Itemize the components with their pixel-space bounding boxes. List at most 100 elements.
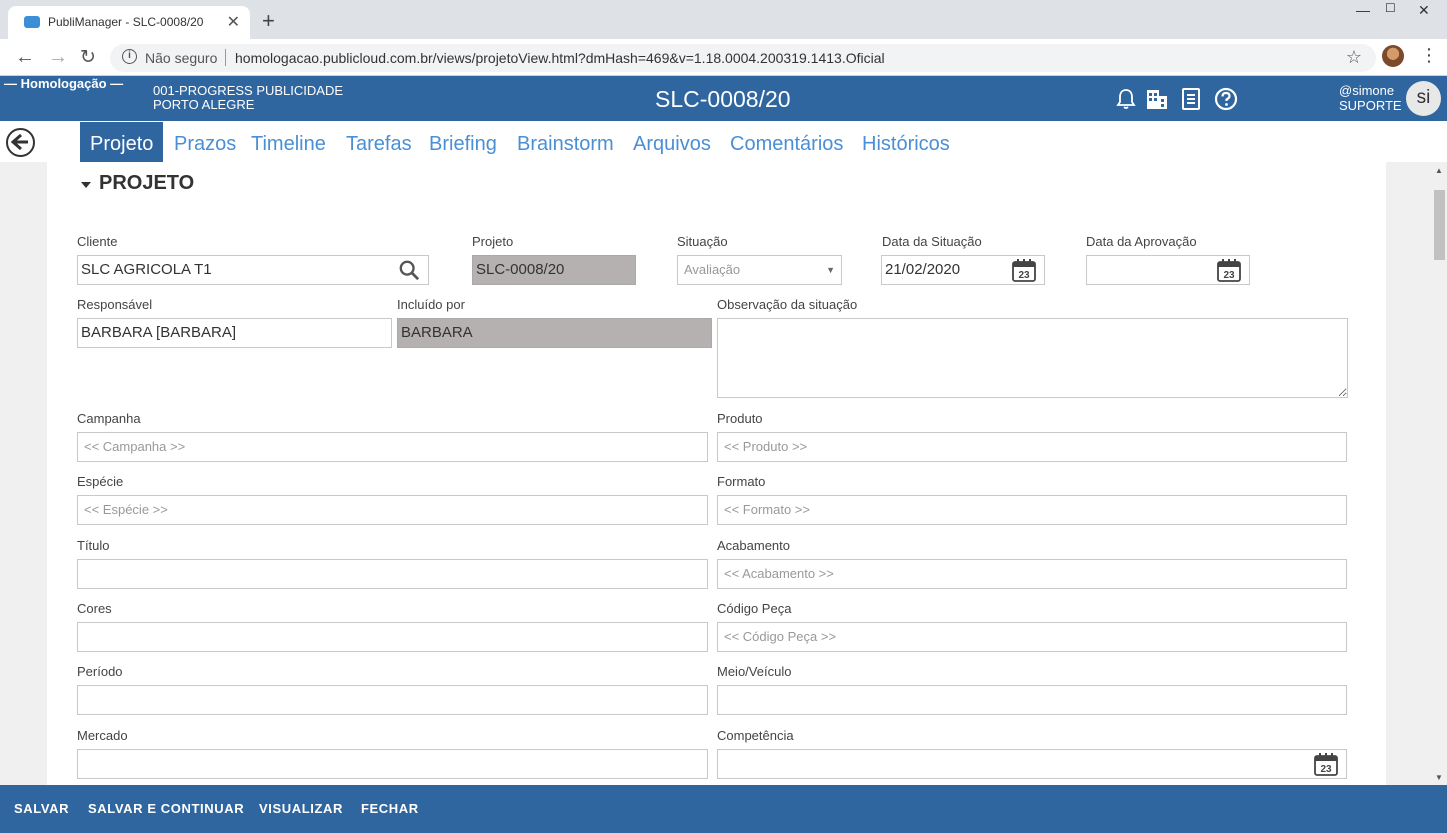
competencia-field[interactable]: 23 <box>717 749 1347 779</box>
tab-briefing[interactable]: Briefing <box>429 122 497 162</box>
especie-label: Espécie <box>77 474 124 489</box>
acabamento-label: Acabamento <box>717 538 790 553</box>
dropdown-arrow-icon[interactable]: ▼ <box>826 256 835 284</box>
tab-comentarios[interactable]: Comentários <box>730 122 843 162</box>
tab-timeline[interactable]: Timeline <box>251 122 326 162</box>
vertical-scrollbar[interactable]: ▲ ▼ <box>1432 162 1447 785</box>
section-title: PROJETO <box>99 172 195 194</box>
calendar-icon[interactable]: 23 <box>1313 751 1339 777</box>
responsavel-field[interactable]: BARBARA [BARBARA] <box>77 318 392 348</box>
app-favicon-icon <box>24 16 40 28</box>
titulo-field[interactable] <box>77 559 708 589</box>
tab-tarefas[interactable]: Tarefas <box>346 122 412 162</box>
new-tab-icon[interactable]: + <box>262 8 275 34</box>
scroll-down-icon[interactable]: ▼ <box>1435 773 1443 782</box>
search-icon[interactable] <box>398 259 420 281</box>
projeto-field: SLC-0008/20 <box>472 255 636 285</box>
data-aprovacao-label: Data da Aprovação <box>1086 234 1197 249</box>
campanha-field[interactable]: << Campanha >> <box>77 432 708 462</box>
security-label: Não seguro <box>145 50 218 66</box>
codigo-peca-field[interactable]: << Código Peça >> <box>717 622 1347 652</box>
mercado-label: Mercado <box>77 728 128 743</box>
url-text[interactable]: homologacao.publicloud.com.br/views/proj… <box>235 50 885 66</box>
section-header[interactable]: PROJETO <box>47 162 597 198</box>
omnibox-divider <box>225 49 226 66</box>
svg-text:23: 23 <box>1018 270 1030 281</box>
codigo-peca-label: Código Peça <box>717 601 792 616</box>
back-arrow-icon[interactable]: ← <box>15 46 35 69</box>
meio-veiculo-label: Meio/Veículo <box>717 664 792 679</box>
action-footer: SALVAR SALVAR E CONTINUAR VISUALIZAR FEC… <box>0 785 1447 833</box>
building-icon[interactable] <box>1145 87 1169 111</box>
observacao-label: Observação da situação <box>717 297 858 312</box>
info-icon[interactable]: i <box>122 49 137 64</box>
calendar-icon[interactable]: 23 <box>1216 257 1242 283</box>
content-area: PROJETO Cliente SLC AGRICOLA T1 Projeto … <box>0 162 1432 785</box>
document-icon[interactable] <box>1179 87 1203 111</box>
especie-field[interactable]: << Espécie >> <box>77 495 708 525</box>
tab-brainstorm[interactable]: Brainstorm <box>517 122 614 162</box>
tab-historicos[interactable]: Históricos <box>862 122 950 162</box>
svg-text:23: 23 <box>1320 764 1332 775</box>
meio-veiculo-field[interactable] <box>717 685 1347 715</box>
close-button[interactable]: FECHAR <box>361 801 419 816</box>
periodo-field[interactable] <box>77 685 708 715</box>
situacao-select[interactable]: Avaliação ▼ <box>677 255 842 285</box>
forward-arrow-icon[interactable]: → <box>48 46 68 69</box>
scrollbar-thumb[interactable] <box>1434 190 1445 260</box>
maximize-icon[interactable]: ☐ <box>1385 1 1396 15</box>
data-situacao-field[interactable]: 21/02/2020 23 <box>881 255 1045 285</box>
observacao-textarea[interactable] <box>717 318 1348 398</box>
browser-tab-title: PubliManager - SLC-0008/20 <box>48 15 204 29</box>
formato-label: Formato <box>717 474 766 489</box>
profile-avatar[interactable] <box>1382 45 1404 67</box>
address-bar: ← → ↻ i Não seguro homologacao.publiclou… <box>0 39 1447 76</box>
scroll-up-icon[interactable]: ▲ <box>1435 166 1443 175</box>
browser-tabstrip: PubliManager - SLC-0008/20 ✕ + — ☐ ✕ <box>0 0 1447 39</box>
tab-projeto[interactable]: Projeto <box>80 122 164 162</box>
minimize-icon[interactable]: — <box>1356 2 1370 18</box>
titulo-label: Título <box>77 538 110 553</box>
environment-label: — Homologação — <box>4 76 124 91</box>
help-icon[interactable] <box>1214 87 1238 111</box>
app-header: — Homologação — 001-PROGRESS PUBLICIDADE… <box>0 76 1447 121</box>
close-tab-icon[interactable]: ✕ <box>227 12 240 32</box>
incluido-por-field: BARBARA <box>397 318 712 348</box>
acabamento-field[interactable]: << Acabamento >> <box>717 559 1347 589</box>
produto-field[interactable]: << Produto >> <box>717 432 1347 462</box>
calendar-icon[interactable]: 23 <box>1011 257 1037 283</box>
save-button[interactable]: SALVAR <box>14 801 69 816</box>
svg-text:23: 23 <box>1223 270 1235 281</box>
competencia-label: Competência <box>717 728 794 743</box>
window-close-icon[interactable]: ✕ <box>1418 2 1430 19</box>
browser-tab[interactable]: PubliManager - SLC-0008/20 ✕ <box>8 6 250 39</box>
bell-icon[interactable] <box>1114 87 1138 111</box>
reload-icon[interactable]: ↻ <box>80 46 96 69</box>
bookmark-star-icon[interactable]: ☆ <box>1346 47 1362 68</box>
avatar[interactable]: si <box>1406 81 1441 116</box>
periodo-label: Período <box>77 664 123 679</box>
user-handle: @simone <box>1339 83 1395 98</box>
data-situacao-label: Data da Situação <box>882 234 982 249</box>
tab-prazos[interactable]: Prazos <box>174 122 236 162</box>
cores-field[interactable] <box>77 622 708 652</box>
save-continue-button[interactable]: SALVAR E CONTINUAR <box>88 801 244 816</box>
user-info[interactable]: @simone SUPORTE <box>1339 83 1402 113</box>
user-role: SUPORTE <box>1339 98 1402 113</box>
cores-label: Cores <box>77 601 112 616</box>
browser-menu-icon[interactable]: ⋮ <box>1420 45 1438 66</box>
mercado-field[interactable] <box>77 749 708 779</box>
company-city: PORTO ALEGRE <box>153 97 255 112</box>
omnibox[interactable]: i Não seguro homologacao.publicloud.com.… <box>110 44 1376 72</box>
company-info: 001-PROGRESS PUBLICIDADE PORTO ALEGRE <box>153 84 343 112</box>
formato-field[interactable]: << Formato >> <box>717 495 1347 525</box>
campanha-label: Campanha <box>77 411 141 426</box>
back-circle-icon[interactable] <box>6 128 35 157</box>
tab-arquivos[interactable]: Arquivos <box>633 122 711 162</box>
page-title: SLC-0008/20 <box>655 86 791 112</box>
projeto-label: Projeto <box>472 234 514 249</box>
company-name: 001-PROGRESS PUBLICIDADE <box>153 83 344 98</box>
data-aprovacao-field[interactable]: 23 <box>1086 255 1250 285</box>
cliente-field[interactable]: SLC AGRICOLA T1 <box>77 255 429 285</box>
view-button[interactable]: VISUALIZAR <box>259 801 343 816</box>
